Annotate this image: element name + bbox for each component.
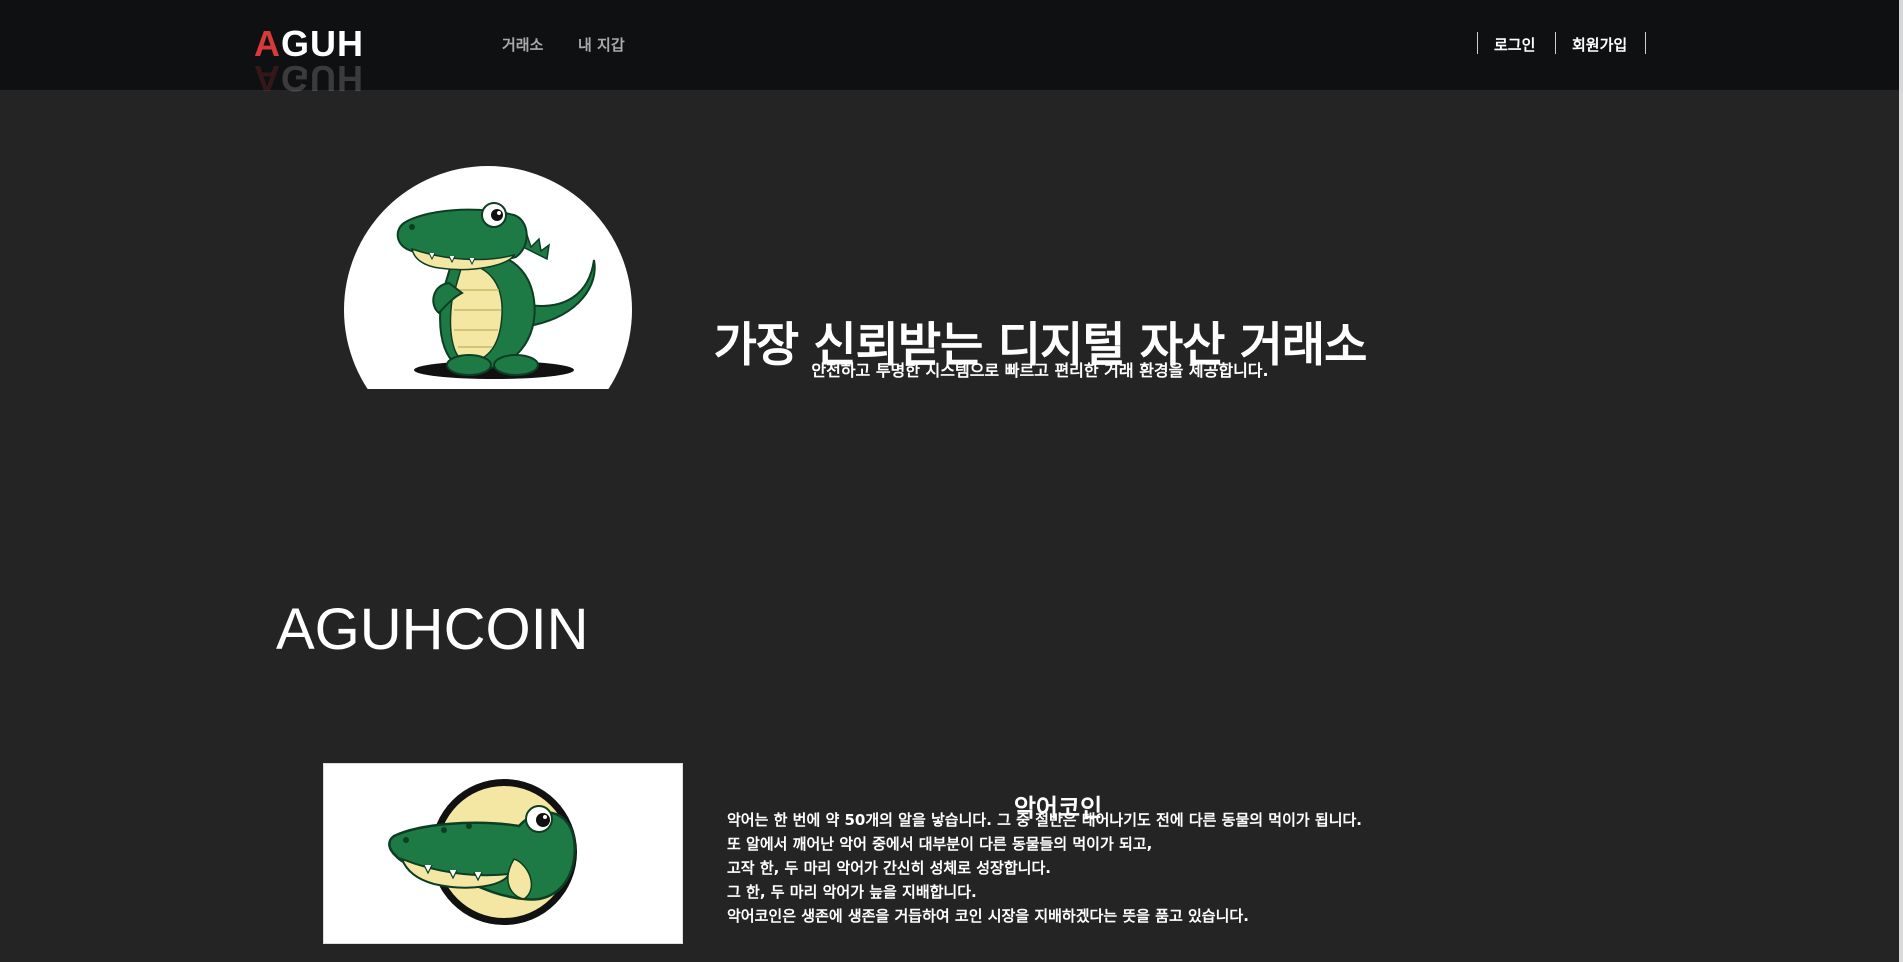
coin-description-line: 악어코인은 생존에 생존을 거듭하여 코인 시장을 지배하겠다는 뜻을 품고 있… [727, 907, 1249, 925]
crocodile-mascot-icon [344, 165, 632, 389]
nav-link-exchange[interactable]: 거래소 [502, 34, 543, 55]
logo-letter-a: A [254, 23, 281, 64]
coin-description: 악어는 한 번에 약 50개의 알을 낳습니다. 그 중 절반은 태어나기도 전… [727, 808, 1447, 928]
hero-subtitle: 안전하고 투명한 시스템으로 빠르고 편리한 거래 환경을 제공합니다. [811, 361, 1269, 380]
site-logo[interactable]: AGUH AGUH [254, 20, 364, 99]
logo-text: GUH [281, 23, 364, 64]
coin-description-line: 또 알에서 깨어난 악어 중에서 대부분이 다른 동물들의 먹이가 되고, [727, 835, 1153, 853]
login-button[interactable]: 로그인 [1494, 34, 1535, 55]
vertical-scrollbar[interactable] [1899, 0, 1903, 962]
coin-description-line: 악어는 한 번에 약 50개의 알을 낳습니다. 그 중 절반은 태어나기도 전… [727, 811, 1363, 829]
coin-description-line: 고작 한, 두 마리 악어가 간신히 성체로 성장합니다. [727, 859, 1051, 877]
section-title: AGUHCOIN [276, 597, 589, 663]
coin-image [323, 763, 683, 944]
signup-button[interactable]: 회원가입 [1572, 34, 1627, 55]
divider [1555, 32, 1556, 54]
coin-description-line: 그 한, 두 마리 악어가 늪을 지배합니다. [727, 883, 977, 901]
crocodile-coin-icon [388, 779, 577, 925]
nav-link-wallet[interactable]: 내 지갑 [578, 34, 625, 55]
top-navigation-bar: AGUH AGUH 거래소 내 지갑 로그인 회원가입 [0, 0, 1903, 99]
divider [1645, 32, 1646, 54]
divider [1477, 32, 1478, 54]
